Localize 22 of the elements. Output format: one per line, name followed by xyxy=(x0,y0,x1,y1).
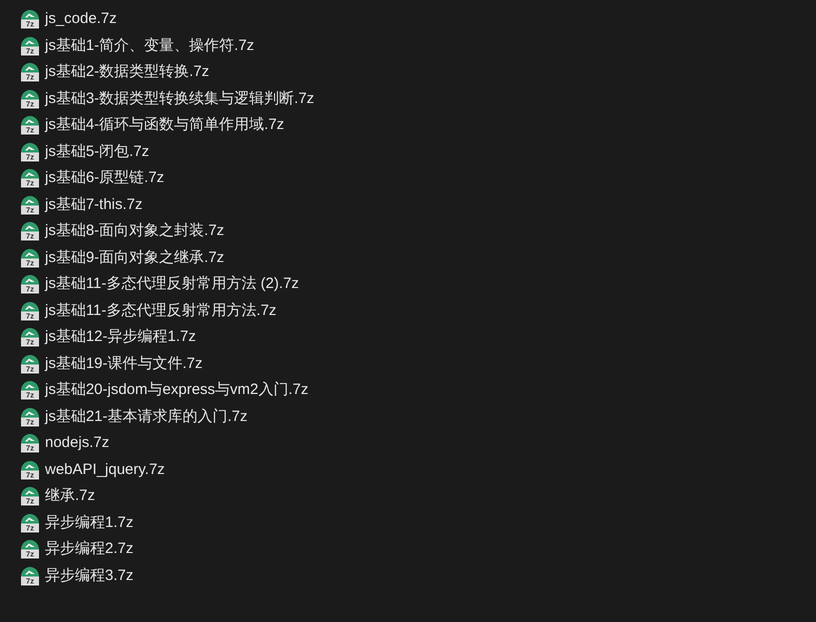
file-name[interactable]: js_code.7z xyxy=(45,9,117,30)
file-name[interactable]: js基础11-多态代理反射常用方法 (2).7z xyxy=(45,274,299,294)
file-name[interactable]: js基础2-数据类型转换.7z xyxy=(45,62,210,82)
file-name[interactable]: js基础12-异步编程1.7z xyxy=(45,327,196,348)
file-name[interactable]: 继承.7z xyxy=(45,486,96,506)
file-name[interactable]: js基础20-jsdom与express与vm2入门.7z xyxy=(45,380,308,400)
file-name[interactable]: js基础19-课件与文件.7z xyxy=(45,354,203,374)
file-name[interactable]: js基础4-循环与函数与简单作用域.7z xyxy=(45,115,284,136)
file-name[interactable]: js基础6-原型链.7z xyxy=(45,168,164,188)
file-name[interactable]: js基础11-多态代理反射常用方法.7z xyxy=(45,300,276,321)
file-name[interactable]: js基础5-闭包.7z xyxy=(45,142,150,162)
file-name[interactable]: js基础21-基本请求库的入门.7z xyxy=(45,406,248,427)
file-name[interactable]: 异步编程1.7z xyxy=(45,512,134,533)
file-name[interactable]: webAPI_jquery.7z xyxy=(45,460,165,480)
file-name[interactable]: js基础9-面向对象之继承.7z xyxy=(45,248,224,268)
file-name[interactable]: js基础8-面向对象之封装.7z xyxy=(45,221,224,242)
file-name[interactable]: js基础3-数据类型转换续集与逻辑判断.7z xyxy=(45,88,314,109)
file-name[interactable]: nodejs.7z xyxy=(45,433,110,454)
file-name[interactable]: 异步编程3.7z xyxy=(45,566,134,586)
file-name[interactable]: js基础7-this.7z xyxy=(45,194,143,215)
file-name[interactable]: 异步编程2.7z xyxy=(45,539,134,560)
file-name[interactable]: js基础1-简介、变量、操作符.7z xyxy=(45,36,254,56)
